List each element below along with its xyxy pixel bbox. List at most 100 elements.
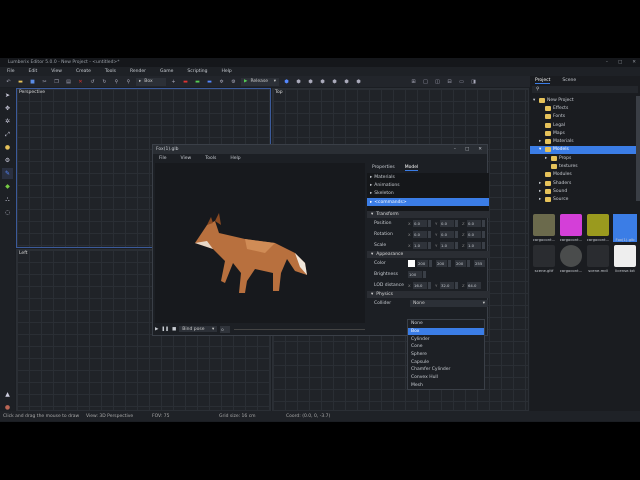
transform-y-input[interactable]: 0.0 <box>440 220 454 227</box>
panel-bottom-icon[interactable]: ▭ <box>457 78 466 86</box>
animation-select[interactable]: Bind pose ▾ <box>179 326 218 332</box>
undo-icon[interactable]: ↶ <box>4 78 13 86</box>
menu-help[interactable]: Help <box>221 69 231 74</box>
layout-quad-icon[interactable]: ⊞ <box>409 78 418 86</box>
color-r-input[interactable]: 200 <box>417 260 428 267</box>
expand-arrow-icon[interactable]: ▸ <box>370 200 372 205</box>
expand-arrow-icon[interactable]: ▸ <box>539 197 543 202</box>
tree-item[interactable]: Fonts <box>530 113 640 121</box>
expand-arrow-icon[interactable]: ▸ <box>539 139 543 144</box>
dialog-menu-tools[interactable]: Tools <box>205 156 216 161</box>
expand-arrow-icon[interactable]: ▸ <box>539 189 543 194</box>
blue-tool-icon[interactable]: ▬ <box>205 78 214 86</box>
tab-properties[interactable]: Properties <box>372 165 395 170</box>
stop-icon[interactable]: ■ <box>172 327 176 332</box>
search-input[interactable]: ⚲ <box>532 86 638 93</box>
pause-icon[interactable]: ❚❚ <box>161 327 169 332</box>
menu-game[interactable]: Game <box>160 69 173 74</box>
collider-option[interactable]: Box <box>408 327 484 336</box>
tree-item[interactable]: Legal <box>530 121 640 129</box>
menu-file[interactable]: File <box>7 69 15 74</box>
tab-model[interactable]: Model <box>404 165 419 171</box>
save-icon[interactable]: ■ <box>28 78 37 86</box>
asset-item[interactable]: Fox(1).glb <box>613 214 637 242</box>
tree-item[interactable]: Maps <box>530 129 640 137</box>
object-icon[interactable]: ⬢ <box>354 78 363 86</box>
menu-edit[interactable]: Edit <box>29 69 38 74</box>
collider-option[interactable]: None <box>408 320 484 328</box>
menu-render[interactable]: Render <box>130 69 146 74</box>
tree-item[interactable]: textures <box>530 162 640 170</box>
tab-scene[interactable]: Scene <box>562 78 576 83</box>
copy-icon[interactable]: ❐ <box>52 78 61 86</box>
settings-icon[interactable]: ✲ <box>217 78 226 86</box>
panel-right-icon[interactable]: ◨ <box>469 78 478 86</box>
transform-x-input[interactable]: 0.0 <box>413 231 427 238</box>
object-icon[interactable]: ⬢ <box>330 78 339 86</box>
cut-icon[interactable]: ✂ <box>40 78 49 86</box>
dialog-menu-view[interactable]: View <box>181 156 192 161</box>
asset-item[interactable]: scene.gltf <box>532 245 556 273</box>
menu-view[interactable]: View <box>51 69 62 74</box>
asset-item[interactable]: cargocont... <box>559 214 583 242</box>
paste-icon[interactable]: ▤ <box>64 78 73 86</box>
object-icon[interactable]: ⬢ <box>294 78 303 86</box>
color-b-input[interactable]: 200 <box>455 260 466 267</box>
hierarchy-icon[interactable]: ⛬ <box>2 194 13 205</box>
rotate-left-icon[interactable]: ↺ <box>88 78 97 86</box>
expand-arrow-icon[interactable]: ▸ <box>370 183 372 188</box>
select-icon[interactable]: ➤ <box>2 90 13 101</box>
lod-z-input[interactable]: 64.0 <box>467 282 481 289</box>
tree-scrollbar[interactable] <box>636 96 640 201</box>
model-tree-item[interactable]: ▸ Skeleton <box>367 190 489 198</box>
red-tool-icon[interactable]: ▬ <box>181 78 190 86</box>
model-tree-item[interactable]: ▸ Animations <box>367 181 489 189</box>
build-config-select[interactable]: ▶ Release ▾ <box>241 77 279 86</box>
mode-select[interactable]: ▸ Box <box>136 77 166 86</box>
graduation-icon[interactable]: ▲ <box>2 389 13 400</box>
expand-arrow-icon[interactable]: ▸ <box>370 175 372 180</box>
zoom-out-icon[interactable]: ⚲ <box>112 78 121 86</box>
menu-tools[interactable]: Tools <box>105 69 116 74</box>
tree-item[interactable]: ▸ Shaders <box>530 179 640 187</box>
expand-arrow-icon[interactable]: ▾ <box>533 98 537 103</box>
dialog-menu-file[interactable]: File <box>159 156 167 161</box>
tree-item[interactable]: Modules <box>530 171 640 179</box>
transform-x-input[interactable]: 0.0 <box>413 220 427 227</box>
model-tree-item[interactable]: ▸ <commands> <box>367 197 489 207</box>
dialog-menu-help[interactable]: Help <box>230 156 240 161</box>
timeline-slider[interactable] <box>234 328 365 330</box>
spinner[interactable] <box>428 231 431 238</box>
object-icon[interactable]: ⬢ <box>342 78 351 86</box>
tab-project[interactable]: Project <box>535 78 551 84</box>
rotate-right-icon[interactable]: ↻ <box>100 78 109 86</box>
collider-option[interactable]: Capsule <box>408 358 484 366</box>
rotate-icon[interactable]: ✲ <box>2 116 13 127</box>
tree-item[interactable]: ▸ Sound <box>530 187 640 195</box>
play-icon[interactable]: ▶ <box>155 327 158 332</box>
add-icon[interactable]: + <box>169 78 178 86</box>
asset-item[interactable]: license.txt <box>613 245 637 273</box>
lod-y-input[interactable]: 32.0 <box>440 282 454 289</box>
frame-input[interactable]: 0 <box>220 325 231 333</box>
green-tool-icon[interactable]: ▬ <box>193 78 202 86</box>
spinner[interactable] <box>455 220 458 227</box>
maximize-button[interactable]: □ <box>618 60 622 65</box>
lasso-icon[interactable]: ◌ <box>2 207 13 218</box>
section-transform[interactable]: ▾ Transform <box>367 211 489 218</box>
close-button[interactable]: ✕ <box>632 60 636 65</box>
zoom-in-icon[interactable]: ⚲ <box>124 78 133 86</box>
expand-arrow-icon[interactable]: ▾ <box>539 147 543 152</box>
tree-item[interactable]: ▾ Models <box>530 145 640 155</box>
asset-item[interactable]: scene.mdl <box>586 245 610 273</box>
model-preview[interactable] <box>155 163 365 323</box>
object-icon[interactable]: ⬢ <box>306 78 315 86</box>
lod-x-input[interactable]: 16.0 <box>413 282 427 289</box>
tree-item[interactable]: ▸ Source <box>530 196 640 204</box>
gear-icon[interactable]: ⚙ <box>229 78 238 86</box>
spinner[interactable] <box>482 242 485 249</box>
layout-split-v-icon[interactable]: ◫ <box>433 78 442 86</box>
menu-create[interactable]: Create <box>76 69 91 74</box>
collider-select[interactable]: None ▾ <box>410 300 488 307</box>
transform-x-input[interactable]: 1.0 <box>413 242 427 249</box>
